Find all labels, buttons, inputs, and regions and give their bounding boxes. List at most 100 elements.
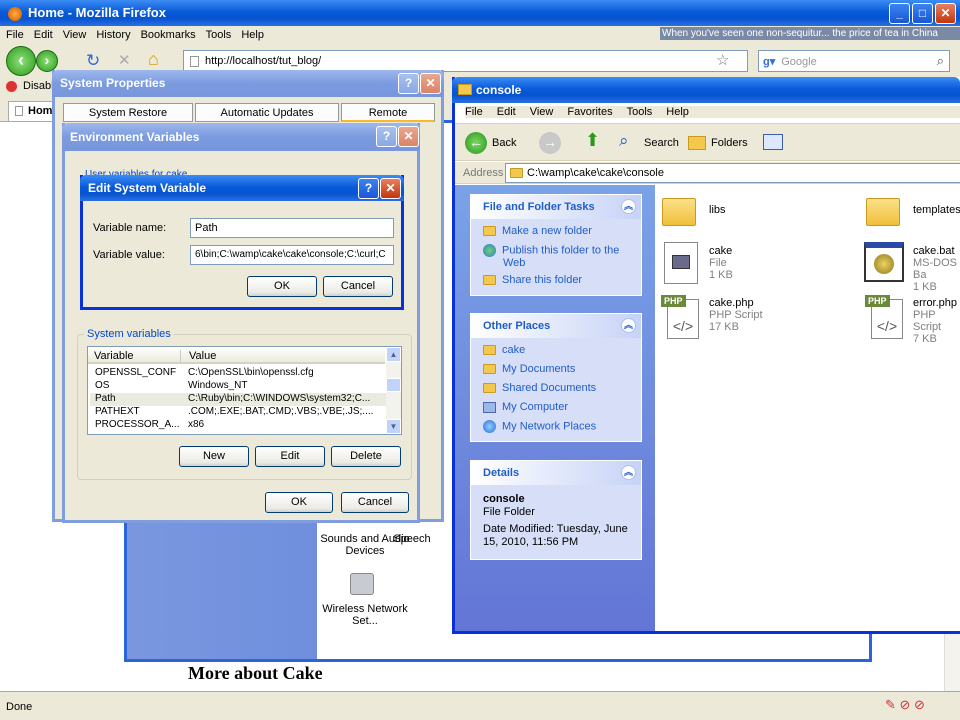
search-input[interactable]: g▾ Google ⌕	[758, 50, 950, 72]
collapse-icon[interactable]: ︽	[621, 465, 636, 480]
file-folder-tasks-panel: File and Folder Tasks ︽ Make a new folder…	[470, 194, 642, 296]
back-button-icon[interactable]: ←	[465, 132, 487, 154]
tab-system-restore[interactable]: System Restore	[63, 103, 193, 122]
env-ok-button[interactable]: OK	[265, 492, 333, 513]
url-bar[interactable]: http://localhost/tut_blog/	[183, 50, 748, 72]
sysprop-close-button[interactable]: ✕	[420, 73, 441, 94]
batch-file-icon[interactable]	[864, 242, 904, 286]
env-cancel-button[interactable]: Cancel	[341, 492, 409, 513]
cake-file-icon[interactable]	[664, 242, 702, 286]
share-link[interactable]: Share this folder	[471, 272, 641, 291]
variable-name-field[interactable]: Path	[190, 218, 394, 238]
table-row[interactable]: PATHEXT .COM;.EXE;.BAT;.CMD;.VBS;.VBE;.JS…	[90, 406, 386, 419]
file-cake-php[interactable]: cake.php PHP Script 17 KB	[709, 297, 763, 333]
exp-menu-help[interactable]: Help	[666, 106, 689, 118]
edit-var-help-button[interactable]: ?	[358, 178, 379, 199]
menu-help[interactable]: Help	[241, 29, 264, 41]
menu-tools[interactable]: Tools	[206, 29, 232, 41]
network-icon	[483, 420, 496, 433]
views-icon[interactable]	[763, 134, 783, 150]
forward-icon[interactable]: ›	[36, 50, 58, 72]
table-row[interactable]: OPENSSL_CONF C:\OpenSSL\bin\openssl.cfg	[90, 367, 386, 380]
exp-menu-file[interactable]: File	[465, 106, 483, 118]
up-folder-icon[interactable]: ⬆	[585, 130, 600, 151]
new-button[interactable]: New	[179, 446, 249, 467]
tasks-header[interactable]: File and Folder Tasks ︽	[471, 195, 641, 219]
make-folder-link[interactable]: Make a new folder	[471, 223, 641, 242]
search-icon[interactable]: ⌕	[937, 53, 944, 69]
edit-var-ok-button[interactable]: OK	[247, 276, 317, 297]
variable-value-field[interactable]: 6\bin;C:\wamp\cake\cake\console;C:\curl;…	[190, 245, 394, 265]
templates-folder-icon[interactable]	[866, 192, 904, 236]
variable-value-label: Variable value:	[93, 249, 165, 261]
place-network[interactable]: My Network Places	[471, 418, 641, 437]
menu-file[interactable]: File	[6, 29, 24, 41]
file-name[interactable]: templates	[913, 204, 960, 216]
reload-icon[interactable]: ↻	[86, 51, 100, 71]
menu-view[interactable]: View	[63, 29, 87, 41]
edit-var-close-button[interactable]: ✕	[380, 178, 401, 199]
folders-label[interactable]: Folders	[711, 137, 748, 149]
wireless-item[interactable]: Wireless Network Set...	[320, 603, 410, 627]
forward-button-icon[interactable]: →	[539, 132, 561, 154]
folders-button-icon[interactable]	[688, 136, 706, 150]
stop-icon[interactable]: ✕	[118, 51, 131, 69]
address-bar: Address C:\wamp\cake\cake\console	[455, 162, 960, 184]
file-error-php[interactable]: error.php PHP Script 7 KB	[913, 297, 960, 345]
minimize-button[interactable]: _	[889, 3, 910, 24]
place-my-computer[interactable]: My Computer	[471, 399, 641, 418]
exp-menu-favorites[interactable]: Favorites	[567, 106, 612, 118]
publish-link[interactable]: Publish this folder to the Web	[471, 242, 641, 272]
menu-history[interactable]: History	[96, 29, 130, 41]
collapse-icon[interactable]: ︽	[621, 199, 636, 214]
scroll-thumb[interactable]	[386, 378, 401, 392]
edit-var-cancel-button[interactable]: Cancel	[323, 276, 393, 297]
places-header[interactable]: Other Places ︽	[471, 314, 641, 338]
close-button[interactable]: ✕	[935, 3, 956, 24]
env-close-button[interactable]: ✕	[398, 126, 419, 147]
file-cake[interactable]: cake File 1 KB	[709, 245, 733, 281]
exp-menu-view[interactable]: View	[530, 106, 554, 118]
maximize-button[interactable]: □	[912, 3, 933, 24]
menu-edit[interactable]: Edit	[34, 29, 53, 41]
scroll-up-icon[interactable]: ▲	[386, 347, 401, 362]
col-value[interactable]: Value	[180, 350, 216, 363]
delete-button[interactable]: Delete	[331, 446, 401, 467]
bookmark-star-icon[interactable]: ☆	[716, 51, 729, 69]
place-shared-documents[interactable]: Shared Documents	[471, 380, 641, 399]
list-scrollbar[interactable]: ▲ ▼	[386, 347, 401, 434]
place-cake[interactable]: cake	[471, 342, 641, 361]
tab-remote[interactable]: Remote	[341, 103, 435, 122]
env-help-button[interactable]: ?	[376, 126, 397, 147]
exp-menu-tools[interactable]: Tools	[627, 106, 653, 118]
menu-bookmarks[interactable]: Bookmarks	[141, 29, 196, 41]
system-vars-list[interactable]: Variable Value OPENSSL_CONF C:\OpenSSL\bi…	[87, 346, 402, 435]
file-cake-bat[interactable]: cake.bat MS-DOS Ba 1 KB	[913, 245, 960, 293]
details-header[interactable]: Details ︽	[471, 461, 641, 485]
back-icon[interactable]: ‹	[6, 46, 36, 76]
back-label[interactable]: Back	[492, 137, 516, 149]
libs-folder-icon[interactable]	[662, 192, 700, 236]
tab-automatic-updates[interactable]: Automatic Updates	[195, 103, 339, 122]
php-file-icon[interactable]: </> PHP	[865, 295, 903, 339]
file-name[interactable]: libs	[709, 204, 726, 216]
place-my-documents[interactable]: My Documents	[471, 361, 641, 380]
search-button-icon[interactable]: ⌕	[619, 131, 629, 151]
tab-page-icon	[15, 106, 23, 117]
table-row[interactable]: OS Windows_NT	[90, 380, 386, 393]
col-variable[interactable]: Variable	[94, 350, 134, 362]
edit-button[interactable]: Edit	[255, 446, 325, 467]
exp-menu-edit[interactable]: Edit	[497, 106, 516, 118]
collapse-icon[interactable]: ︽	[621, 318, 636, 333]
home-icon[interactable]: ⌂	[148, 49, 159, 70]
scroll-down-icon[interactable]: ▼	[386, 419, 401, 434]
address-field[interactable]: C:\wamp\cake\cake\console	[505, 163, 960, 183]
sysprop-help-button[interactable]: ?	[398, 73, 419, 94]
details-panel: Details ︽ console File Folder Date Modifi…	[470, 460, 642, 560]
speech-item[interactable]: Speech	[387, 533, 437, 545]
firefox-icon	[8, 6, 22, 21]
table-row[interactable]: PROCESSOR_A... x86	[90, 419, 386, 432]
search-label[interactable]: Search	[644, 137, 679, 149]
table-row-selected[interactable]: Path C:\Ruby\bin;C:\WINDOWS\system32;C...	[90, 393, 386, 406]
php-file-icon[interactable]: </> PHP	[661, 295, 699, 339]
